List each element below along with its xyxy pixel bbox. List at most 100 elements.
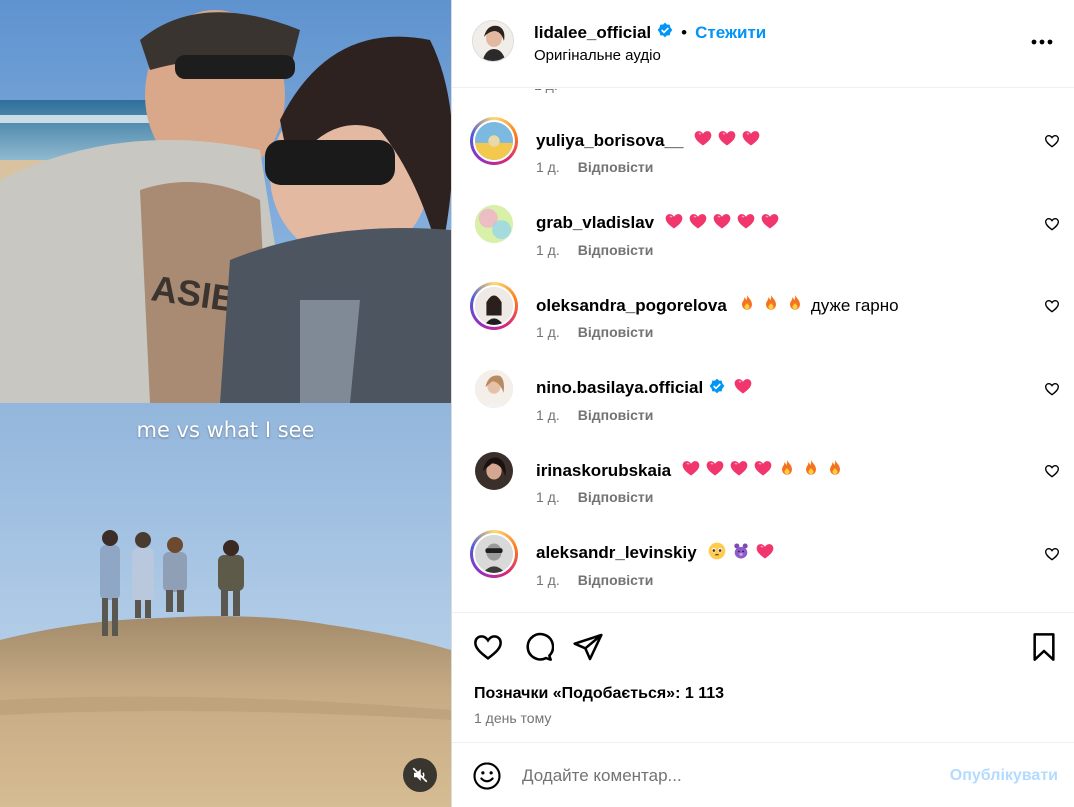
comment-like-button[interactable] (1044, 298, 1060, 314)
heart-emoji-icon (736, 211, 756, 236)
pleading-face-emoji-icon (707, 541, 727, 566)
author-avatar[interactable] (472, 20, 514, 62)
speaker-muted-icon (412, 767, 428, 783)
comment-time[interactable]: 1 д. (536, 159, 560, 175)
verified-badge-icon (709, 378, 725, 399)
follow-button[interactable]: Стежити (695, 23, 766, 43)
commenter-username[interactable]: yuliya_borisova__ (536, 131, 683, 151)
video-caption: me vs what I see (136, 418, 315, 442)
comment-time[interactable]: 1 д. (536, 407, 560, 423)
commenter-avatar-image (475, 122, 513, 160)
fire-emoji-icon (737, 293, 757, 318)
comment-text (707, 541, 775, 566)
fire-emoji-icon (801, 458, 821, 483)
heart-emoji-icon (729, 458, 749, 483)
commenter-avatar-image (475, 204, 513, 243)
publish-button[interactable]: Опублікувати (950, 767, 1058, 785)
commenter-avatar[interactable] (470, 364, 518, 413)
comment-meta: 1 д. Відповісти (536, 407, 653, 423)
commenter-avatar-image (475, 534, 513, 573)
heart-emoji-icon (712, 211, 732, 236)
likes-count[interactable]: Позначки «Подобається»: 1 113 (474, 685, 724, 703)
bookmark-icon (1033, 633, 1055, 661)
comment-like-button[interactable] (1044, 216, 1060, 232)
reply-button[interactable]: Відповісти (578, 407, 654, 423)
heart-emoji-icon (693, 128, 713, 153)
reply-button[interactable]: Відповісти (578, 572, 654, 588)
verified-badge-icon (657, 22, 673, 43)
reply-button[interactable]: Відповісти (578, 489, 654, 505)
commenter-username[interactable]: nino.basilaya.official (536, 378, 703, 398)
reply-button[interactable]: Відповісти (578, 324, 654, 340)
comment-text-words: дуже гарно (810, 295, 899, 315)
commenter-avatar[interactable] (470, 282, 518, 330)
comment-meta: 1 д. Відповісти (536, 242, 653, 258)
commenter-avatar[interactable] (470, 447, 518, 495)
video-frame: ASIEL (0, 0, 451, 807)
comment-like-button[interactable] (1044, 463, 1060, 479)
fire-emoji-icon (777, 458, 797, 483)
commenter-avatar[interactable] (470, 529, 518, 578)
post-date[interactable]: 1 день тому (474, 710, 551, 726)
comment-like-button[interactable] (1044, 546, 1060, 562)
comment-like-button[interactable] (1044, 381, 1060, 397)
commenter-username[interactable]: irinaskorubskaia (536, 461, 671, 481)
mute-button[interactable] (403, 758, 437, 792)
comment-content: yuliya_borisova__ (536, 128, 761, 153)
heart-outline-icon (1044, 134, 1060, 148)
fire-emoji-icon (761, 293, 781, 318)
heart-emoji-icon (705, 458, 725, 483)
author-username[interactable]: lidalee_official (534, 23, 651, 43)
reply-button[interactable]: Відповісти (578, 159, 654, 175)
comment-row: aleksandr_levinskiy 1 д. Відповісти (452, 529, 1074, 610)
comment-input[interactable] (522, 761, 922, 791)
author-avatar-image (473, 21, 513, 61)
post-video[interactable]: ASIEL me vs what I see (0, 0, 451, 807)
comment-like-button[interactable] (1044, 133, 1060, 149)
author-line: lidalee_official • Стежити (534, 22, 766, 43)
heart-emoji-icon (755, 541, 775, 566)
commenter-avatar[interactable] (470, 199, 518, 248)
comment-content: aleksandr_levinskiy (536, 541, 775, 566)
commenter-username[interactable]: grab_vladislav (536, 213, 654, 233)
reply-button[interactable]: Відповісти (578, 242, 654, 258)
emoji-picker-button[interactable] (472, 761, 502, 791)
share-button[interactable] (572, 631, 604, 663)
heart-outline-icon (1044, 464, 1060, 478)
heart-emoji-icon (681, 458, 701, 483)
heart-outline-icon (1044, 382, 1060, 396)
comment-row: irinaskorubskaia 1 д. Відповісти (452, 447, 1074, 527)
previous-comment-meta-peek: 1 д. (534, 89, 558, 93)
comment-content: grab_vladislav (536, 211, 780, 236)
commenter-avatar[interactable] (470, 117, 518, 165)
heart-outline-icon (474, 635, 502, 660)
save-button[interactable] (1028, 631, 1060, 663)
comment-meta: 1 д. Відповісти (536, 159, 653, 175)
heart-emoji-icon (717, 128, 737, 153)
comment-content: irinaskorubskaia (536, 458, 845, 483)
comment-time[interactable]: 1 д. (536, 242, 560, 258)
original-audio-link[interactable]: Оригінальне аудіо (534, 47, 661, 64)
heart-emoji-icon (760, 211, 780, 236)
commenter-username[interactable]: aleksandr_levinskiy (536, 543, 697, 563)
comment-time[interactable]: 1 д. (536, 489, 560, 505)
comment-meta: 1 д. Відповісти (536, 324, 653, 340)
heart-outline-icon (1044, 547, 1060, 561)
heart-emoji-icon (753, 458, 773, 483)
like-button[interactable] (472, 631, 504, 663)
comment-button[interactable] (522, 631, 555, 663)
header-separator: • (681, 22, 688, 42)
comment-row: yuliya_borisova__ 1 д. Відповісти (452, 117, 1074, 197)
comment-time[interactable]: 1 д. (536, 324, 560, 340)
fire-emoji-icon (785, 293, 805, 318)
comment-row: grab_vladislav 1 д. Відповісти (452, 199, 1074, 280)
comment-content: oleksandra_pogorelova дуже гарно (536, 293, 899, 318)
comment-text: дуже гарно (737, 293, 899, 318)
comment-meta: 1 д. Відповісти (536, 489, 653, 505)
commenter-username[interactable]: oleksandra_pogorelova (536, 296, 727, 316)
comment-time[interactable]: 1 д. (536, 572, 560, 588)
comment-text (664, 211, 780, 236)
heart-outline-icon (1044, 299, 1060, 313)
comments-list[interactable]: 1 д. yuliya_borisova__1 д.Відповістиgrab… (452, 89, 1074, 613)
more-options-button[interactable] (1028, 30, 1056, 54)
